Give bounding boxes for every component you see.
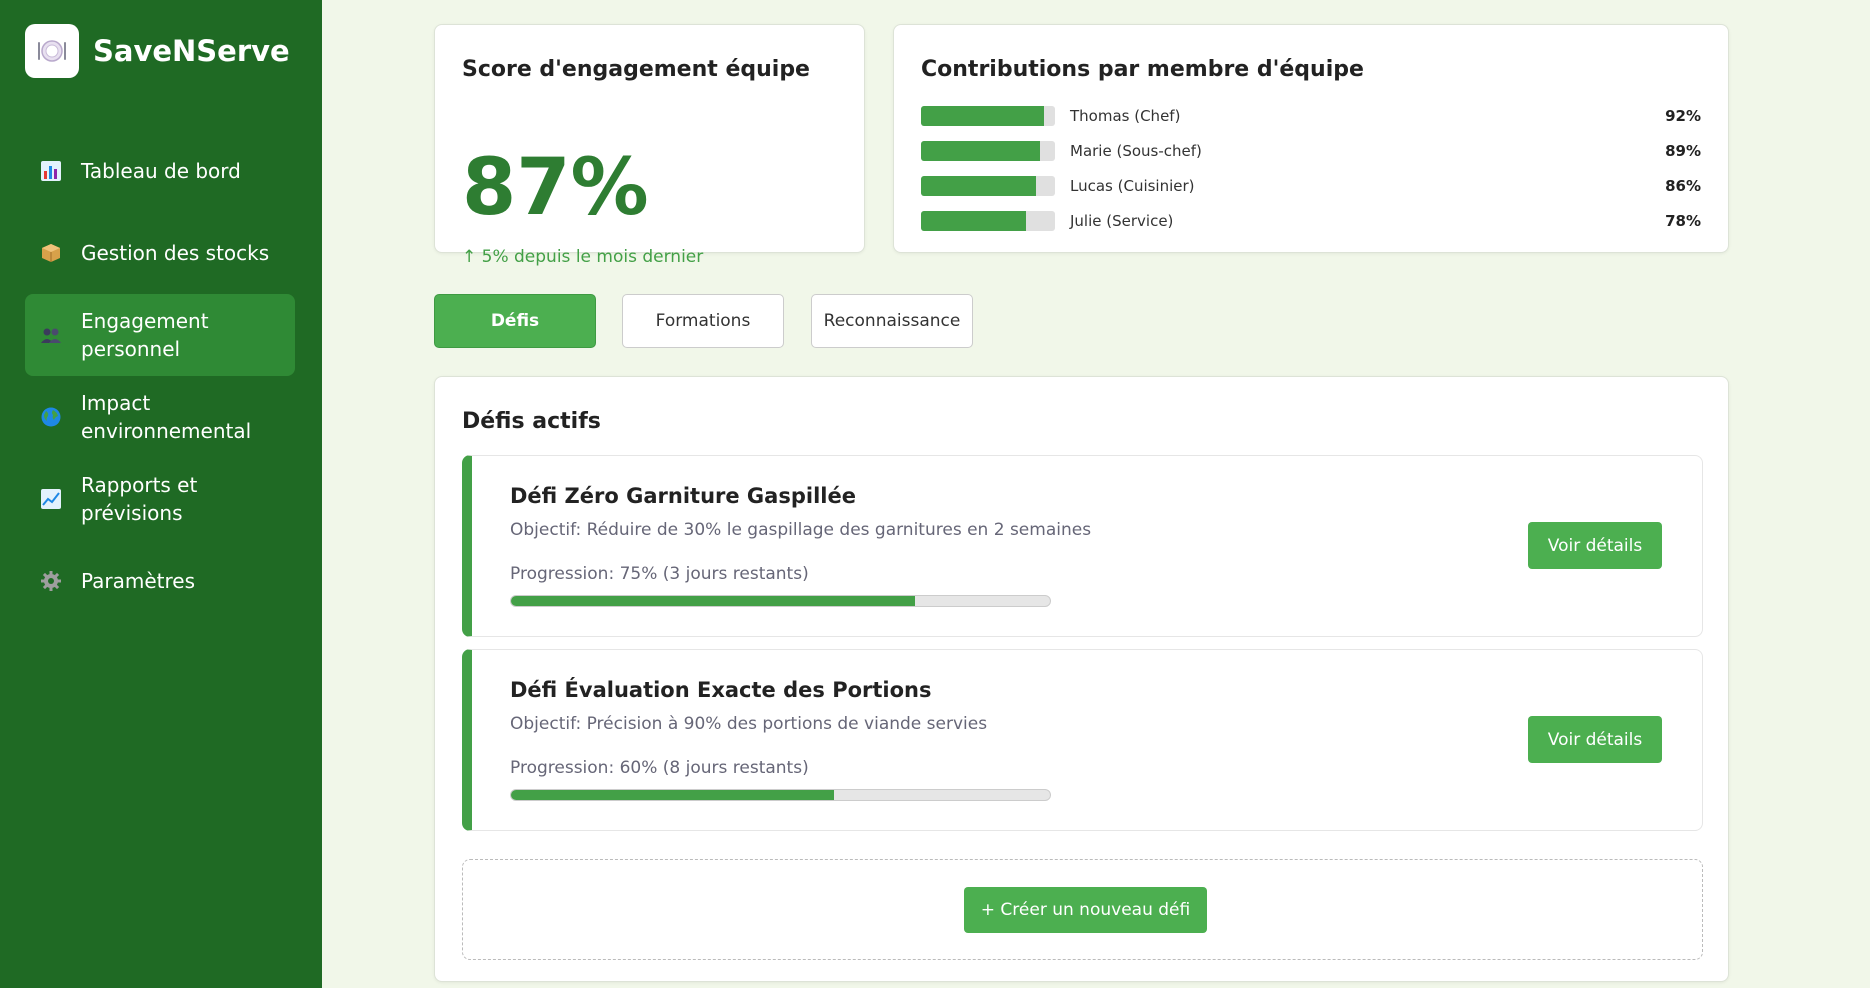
- section-title: Défis actifs: [462, 409, 601, 434]
- contribution-row: Julie (Service) 78%: [921, 210, 1701, 232]
- challenge-progress-text: Progression: 60% (8 jours restants): [510, 758, 809, 778]
- contributions-card: Contributions par membre d'équipe Thomas…: [893, 24, 1729, 253]
- member-percent: 92%: [1665, 107, 1701, 125]
- member-percent: 89%: [1665, 142, 1701, 160]
- tab-reconnaissance[interactable]: Reconnaissance: [811, 294, 973, 348]
- score-value: 87%: [462, 143, 649, 233]
- contribution-row: Thomas (Chef) 92%: [921, 105, 1701, 127]
- contributions-title: Contributions par membre d'équipe: [921, 57, 1364, 82]
- score-card-title: Score d'engagement équipe: [462, 57, 810, 82]
- people-icon: [39, 323, 63, 347]
- challenge-card: Défi Zéro Garniture Gaspillée Objectif: …: [462, 455, 1703, 637]
- sidebar-item-label: Impact environnemental: [81, 391, 252, 443]
- challenge-progress-text: Progression: 75% (3 jours restants): [510, 564, 809, 584]
- contribution-row: Marie (Sous-chef) 89%: [921, 140, 1701, 162]
- package-icon: [39, 241, 63, 265]
- sidebar-item-label: Tableau de bord: [81, 159, 241, 183]
- member-percent: 78%: [1665, 212, 1701, 230]
- contribution-bar: [921, 176, 1055, 196]
- contribution-bar: [921, 211, 1055, 231]
- gear-icon: [39, 569, 63, 593]
- tab-defis[interactable]: Défis: [434, 294, 596, 348]
- create-challenge-button[interactable]: + Créer un nouveau défi: [964, 887, 1207, 933]
- active-challenges-card: Défis actifs Défi Zéro Garniture Gaspill…: [434, 376, 1729, 982]
- new-challenge-area: + Créer un nouveau défi: [462, 859, 1703, 960]
- challenge-objective: Objectif: Réduire de 30% le gaspillage d…: [510, 520, 1092, 540]
- sidebar-item-label: Engagement personnel: [81, 309, 209, 361]
- member-percent: 86%: [1665, 177, 1701, 195]
- challenge-progress-bar: [510, 595, 1051, 607]
- contribution-bar: [921, 106, 1055, 126]
- globe-icon: [39, 405, 63, 429]
- sidebar-item-impact[interactable]: Impact environnemental: [25, 376, 295, 458]
- app-name: SaveNServe: [93, 34, 290, 68]
- sidebar-item-parametres[interactable]: Paramètres: [25, 540, 295, 622]
- chart-icon: [39, 159, 63, 183]
- sidebar-item-stocks[interactable]: Gestion des stocks: [25, 212, 295, 294]
- tab-formations[interactable]: Formations: [622, 294, 784, 348]
- sidebar-item-rapports[interactable]: Rapports et prévisions: [25, 458, 295, 540]
- view-details-button[interactable]: Voir détails: [1528, 716, 1662, 763]
- plate-icon: [25, 24, 79, 78]
- sidebar-item-label: Gestion des stocks: [81, 241, 270, 265]
- challenge-objective: Objectif: Précision à 90% des portions d…: [510, 714, 988, 734]
- member-name: Thomas (Chef): [1070, 107, 1181, 125]
- sidebar-item-label: Rapports et prévisions: [81, 473, 198, 525]
- challenge-card: Défi Évaluation Exacte des Portions Obje…: [462, 649, 1703, 831]
- sidebar-item-label: Paramètres: [81, 569, 196, 593]
- challenge-title: Défi Zéro Garniture Gaspillée: [510, 484, 856, 508]
- trend-icon: [39, 487, 63, 511]
- sidebar: SaveNServe Tableau de bord Gestion des s…: [0, 0, 322, 988]
- view-details-button[interactable]: Voir détails: [1528, 522, 1662, 569]
- member-name: Lucas (Cuisinier): [1070, 177, 1195, 195]
- app-logo[interactable]: SaveNServe: [25, 24, 290, 78]
- engagement-score-card: Score d'engagement équipe 87% ↑ 5% depui…: [434, 24, 865, 267]
- member-name: Marie (Sous-chef): [1070, 142, 1202, 160]
- contribution-bar: [921, 141, 1055, 161]
- challenge-progress-bar: [510, 789, 1051, 801]
- challenge-title: Défi Évaluation Exacte des Portions: [510, 678, 932, 702]
- sidebar-item-dashboard[interactable]: Tableau de bord: [25, 130, 295, 212]
- member-name: Julie (Service): [1070, 212, 1174, 230]
- score-trend: ↑ 5% depuis le mois dernier: [462, 247, 704, 267]
- sidebar-item-engagement[interactable]: Engagement personnel: [25, 294, 295, 376]
- contribution-row: Lucas (Cuisinier) 86%: [921, 175, 1701, 197]
